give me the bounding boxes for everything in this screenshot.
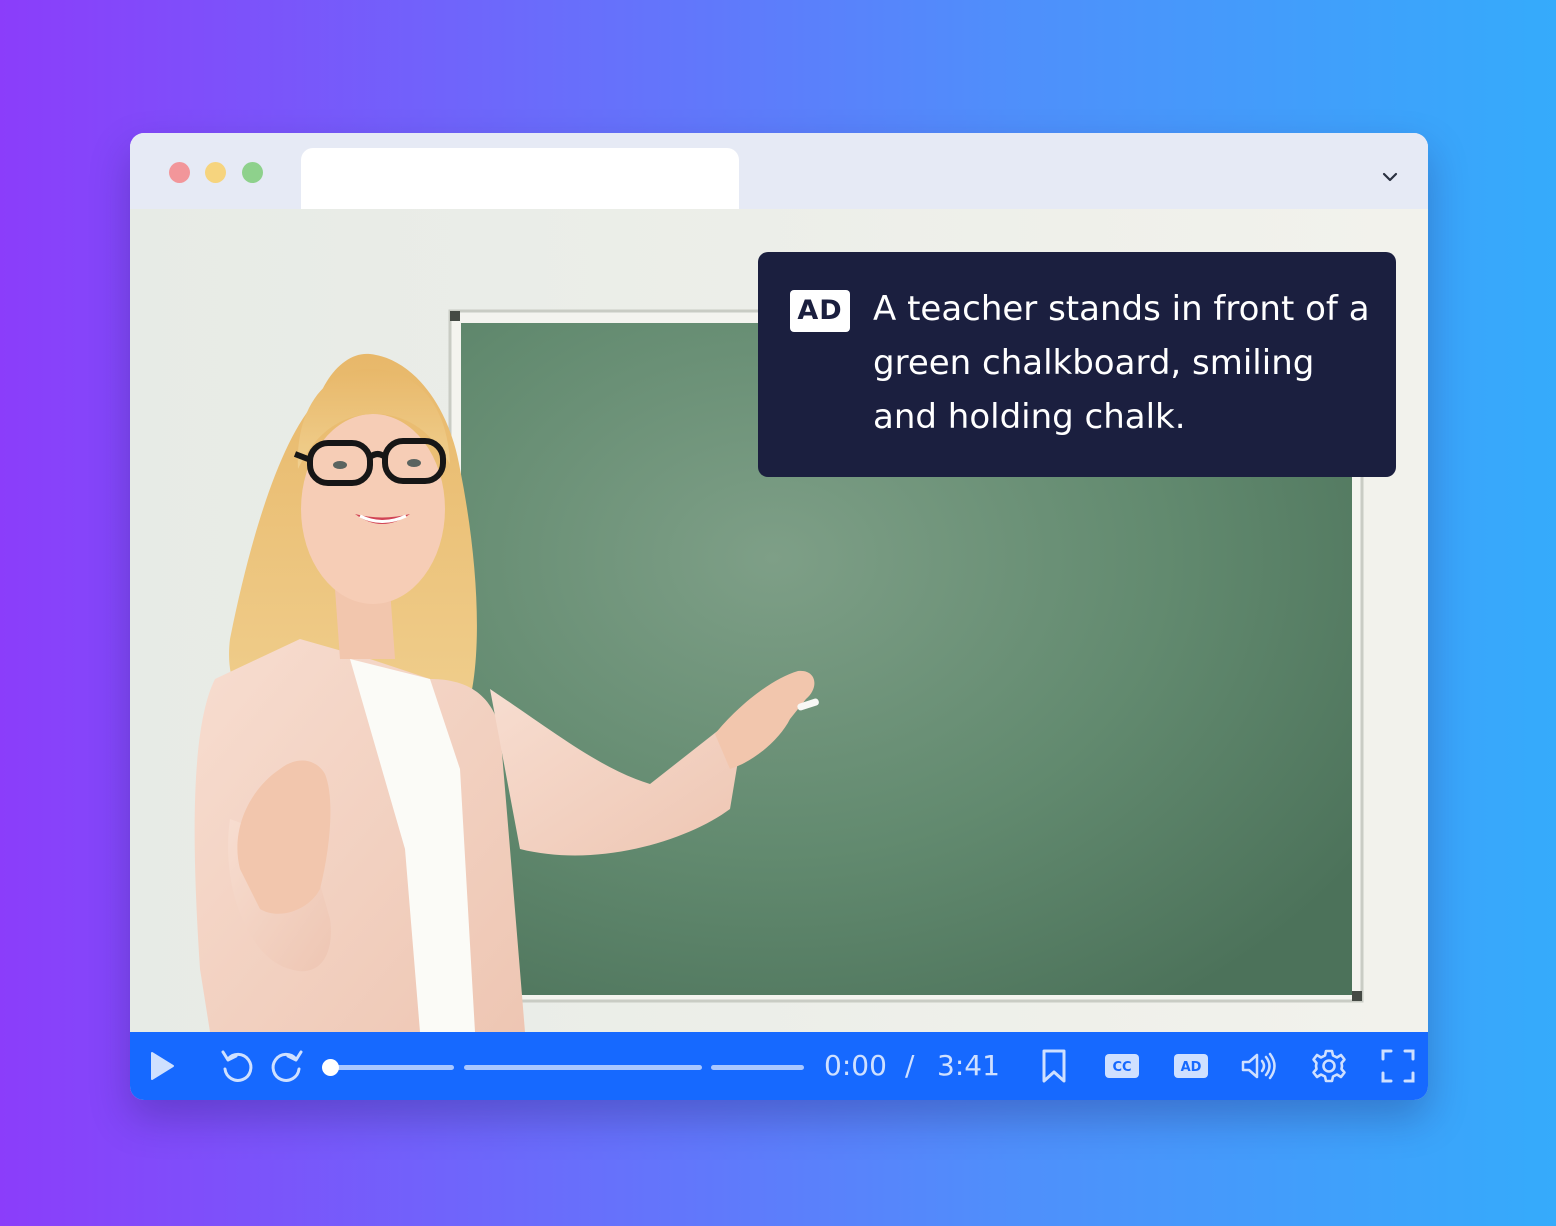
browser-tab[interactable]: [301, 148, 739, 209]
play-button[interactable]: [142, 1032, 182, 1100]
fullscreen-button[interactable]: [1378, 1032, 1418, 1100]
settings-button[interactable]: [1309, 1032, 1349, 1100]
volume-icon: [1241, 1052, 1276, 1080]
maximize-window-button[interactable]: [242, 162, 263, 183]
minimize-window-button[interactable]: [205, 162, 226, 183]
seek-segment: [332, 1065, 454, 1070]
title-bar: [130, 133, 1428, 209]
audio-description-text: A teacher stands in front of a green cha…: [873, 289, 1370, 437]
bookmark-button[interactable]: [1036, 1032, 1072, 1100]
seek-segment: [464, 1065, 702, 1070]
fullscreen-icon: [1381, 1049, 1415, 1083]
video-frame[interactable]: AD A teacher stands in front of a green …: [130, 209, 1428, 1032]
browser-window: AD A teacher stands in front of a green …: [130, 133, 1428, 1100]
close-window-button[interactable]: [169, 162, 190, 183]
forward-icon: [271, 1050, 303, 1082]
volume-button[interactable]: [1238, 1032, 1280, 1100]
audio-description-button[interactable]: AD: [1171, 1032, 1211, 1100]
chevron-down-icon[interactable]: [1382, 169, 1398, 185]
duration: 3:41: [937, 1049, 1000, 1082]
cc-label: CC: [1112, 1060, 1131, 1075]
seek-bar[interactable]: [322, 1057, 804, 1077]
rewind-icon: [221, 1050, 253, 1082]
settings-icon: [1312, 1049, 1346, 1083]
forward-button[interactable]: [266, 1032, 308, 1100]
play-icon: [151, 1052, 174, 1080]
seek-segment: [711, 1065, 804, 1070]
time-separator: /: [905, 1049, 915, 1082]
current-time: 0:00: [824, 1049, 887, 1082]
closed-captions-button[interactable]: CC: [1102, 1032, 1142, 1100]
audio-description-caption: AD A teacher stands in front of a green …: [758, 252, 1396, 477]
ad-label: AD: [1181, 1060, 1202, 1075]
audio-description-badge: AD: [790, 290, 850, 332]
player-controls: 0:00 / 3:41 CC AD: [130, 1032, 1428, 1100]
ad-icon: AD: [1174, 1054, 1208, 1078]
bookmark-icon: [1042, 1049, 1066, 1083]
cc-icon: CC: [1105, 1054, 1139, 1078]
rewind-button[interactable]: [216, 1032, 258, 1100]
seek-handle[interactable]: [322, 1059, 339, 1076]
